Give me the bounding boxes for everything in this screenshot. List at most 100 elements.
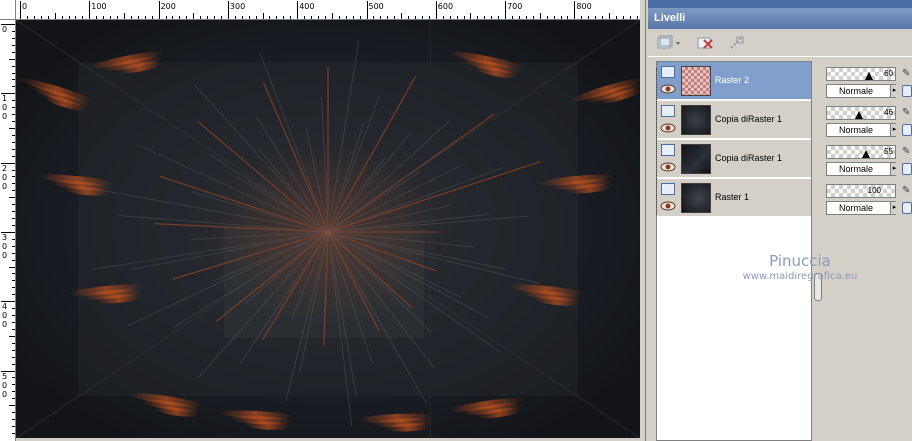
- ruler-tick: [12, 349, 15, 351]
- ruler-tick: [525, 16, 527, 19]
- canvas-window: 0 100 200 300 400 500 600 700 800 01002003004005…: [0, 0, 646, 441]
- ruler-tick: [12, 315, 15, 317]
- pen-icon[interactable]: ✎: [902, 146, 912, 158]
- ruler-tick: [12, 155, 15, 157]
- slider-handle-icon[interactable]: [865, 72, 873, 80]
- layer-row-copia-raster-1-a[interactable]: Copia diRaster 1: [657, 101, 811, 139]
- ruler-tick: [609, 13, 611, 19]
- ruler-label: 0: [2, 112, 8, 122]
- ruler-tick: [12, 259, 15, 261]
- ruler-tick: [470, 13, 472, 19]
- pen-icon[interactable]: ✎: [902, 107, 912, 119]
- ruler-tick: [12, 169, 15, 171]
- ruler-corner: [0, 0, 16, 20]
- ruler-tick: [539, 13, 541, 19]
- blend-mode-select[interactable]: Normale: [826, 162, 896, 176]
- ruler-tick: [449, 16, 451, 19]
- ruler-tick: [200, 16, 202, 19]
- layers-list[interactable]: Raster 2 Copia diRaster 1 Copia diRaster…: [656, 61, 812, 441]
- opacity-slider[interactable]: 60: [826, 67, 896, 81]
- ruler-tick: [193, 13, 195, 19]
- delete-layer-button[interactable]: [694, 33, 716, 53]
- slider-handle-icon[interactable]: [855, 111, 863, 119]
- ruler-tick: [12, 100, 15, 102]
- layer-type-icon: [661, 183, 675, 195]
- ruler-tick: [12, 37, 15, 39]
- ruler-tick: [12, 190, 15, 192]
- ruler-tick: [262, 13, 264, 19]
- ruler-tick: [12, 121, 15, 123]
- lock-icon[interactable]: [902, 124, 912, 136]
- ruler-tick: [20, 1, 21, 19]
- panel-splitter[interactable]: [812, 61, 824, 441]
- canvas-artwork[interactable]: [16, 20, 640, 438]
- ruler-tick: [12, 65, 15, 67]
- watermark-name: Pinuccia: [769, 252, 831, 270]
- layer-row-raster-2[interactable]: Raster 2: [657, 62, 811, 100]
- ruler-tick: [123, 13, 125, 19]
- dropdown-arrow-icon[interactable]: ▸: [890, 202, 898, 214]
- ruler-tick: [408, 16, 410, 19]
- ruler-tick: [9, 335, 15, 337]
- ruler-tick: [581, 16, 583, 19]
- layer-name: Copia diRaster 1: [715, 114, 783, 124]
- lock-icon[interactable]: [902, 163, 912, 175]
- opacity-slider[interactable]: 100: [826, 184, 896, 198]
- ruler-tick: [12, 134, 15, 136]
- ruler-tick: [387, 16, 389, 19]
- dropdown-arrow-icon[interactable]: ▸: [890, 124, 898, 136]
- blend-mode-select[interactable]: Normale: [826, 123, 896, 137]
- lock-icon[interactable]: [902, 85, 912, 97]
- ruler-tick: [255, 16, 257, 19]
- ruler-label: 0: [2, 172, 8, 182]
- pen-icon[interactable]: ✎: [902, 68, 912, 80]
- blend-mode-select[interactable]: Normale: [826, 84, 896, 98]
- eye-icon[interactable]: [660, 123, 676, 133]
- ruler-tick: [484, 16, 486, 19]
- ruler-tick: [12, 363, 15, 365]
- lock-icon[interactable]: [902, 202, 912, 214]
- layer-props-raster-2: 60 Normale ▸ ✎: [824, 65, 912, 103]
- ruler-tick: [12, 273, 15, 275]
- pen-icon[interactable]: ✎: [902, 185, 912, 197]
- ruler-tick: [165, 16, 167, 19]
- mask-button[interactable]: [726, 33, 748, 53]
- ruler-label: 2: [2, 163, 8, 173]
- dropdown-arrow-icon[interactable]: ▸: [890, 163, 898, 175]
- palette-top-strip: [648, 0, 912, 8]
- slider-handle-icon[interactable]: [862, 150, 870, 158]
- ruler-label: 0: [2, 103, 8, 113]
- ruler-tick: [158, 1, 160, 19]
- opacity-slider[interactable]: 55: [826, 145, 896, 159]
- eye-icon[interactable]: [660, 201, 676, 211]
- ruler-label: 3: [2, 232, 8, 242]
- ruler-tick: [12, 30, 15, 32]
- image-canvas[interactable]: [16, 20, 640, 438]
- eye-icon[interactable]: [660, 162, 676, 172]
- ruler-tick: [12, 377, 15, 379]
- layer-row-copia-raster-1-b[interactable]: Copia diRaster 1: [657, 140, 811, 178]
- new-layer-button[interactable]: [654, 33, 684, 53]
- ruler-tick: [172, 16, 174, 19]
- layer-row-raster-1[interactable]: Raster 1: [657, 179, 811, 217]
- palette-title[interactable]: Livelli: [648, 8, 912, 29]
- ruler-label: 0: [2, 380, 8, 390]
- ruler-tick: [12, 280, 15, 282]
- ruler-tick: [9, 197, 15, 199]
- opacity-slider[interactable]: 46: [826, 106, 896, 120]
- ruler-label: 0: [2, 181, 8, 191]
- ruler-tick: [615, 16, 617, 19]
- eye-icon[interactable]: [660, 84, 676, 94]
- ruler-tick: [297, 1, 299, 19]
- ruler-tick: [9, 405, 15, 407]
- ruler-label: 100: [91, 2, 107, 11]
- new-layer-icon: [657, 35, 680, 49]
- blend-mode-select[interactable]: Normale: [826, 201, 896, 215]
- ruler-tick: [12, 86, 15, 88]
- ruler-tick: [68, 16, 70, 19]
- opacity-value: 60: [884, 69, 893, 78]
- dropdown-arrow-icon[interactable]: ▸: [890, 85, 898, 97]
- ruler-tick: [110, 16, 112, 19]
- layer-type-icon: [661, 105, 675, 117]
- ruler-label: 0: [2, 320, 8, 330]
